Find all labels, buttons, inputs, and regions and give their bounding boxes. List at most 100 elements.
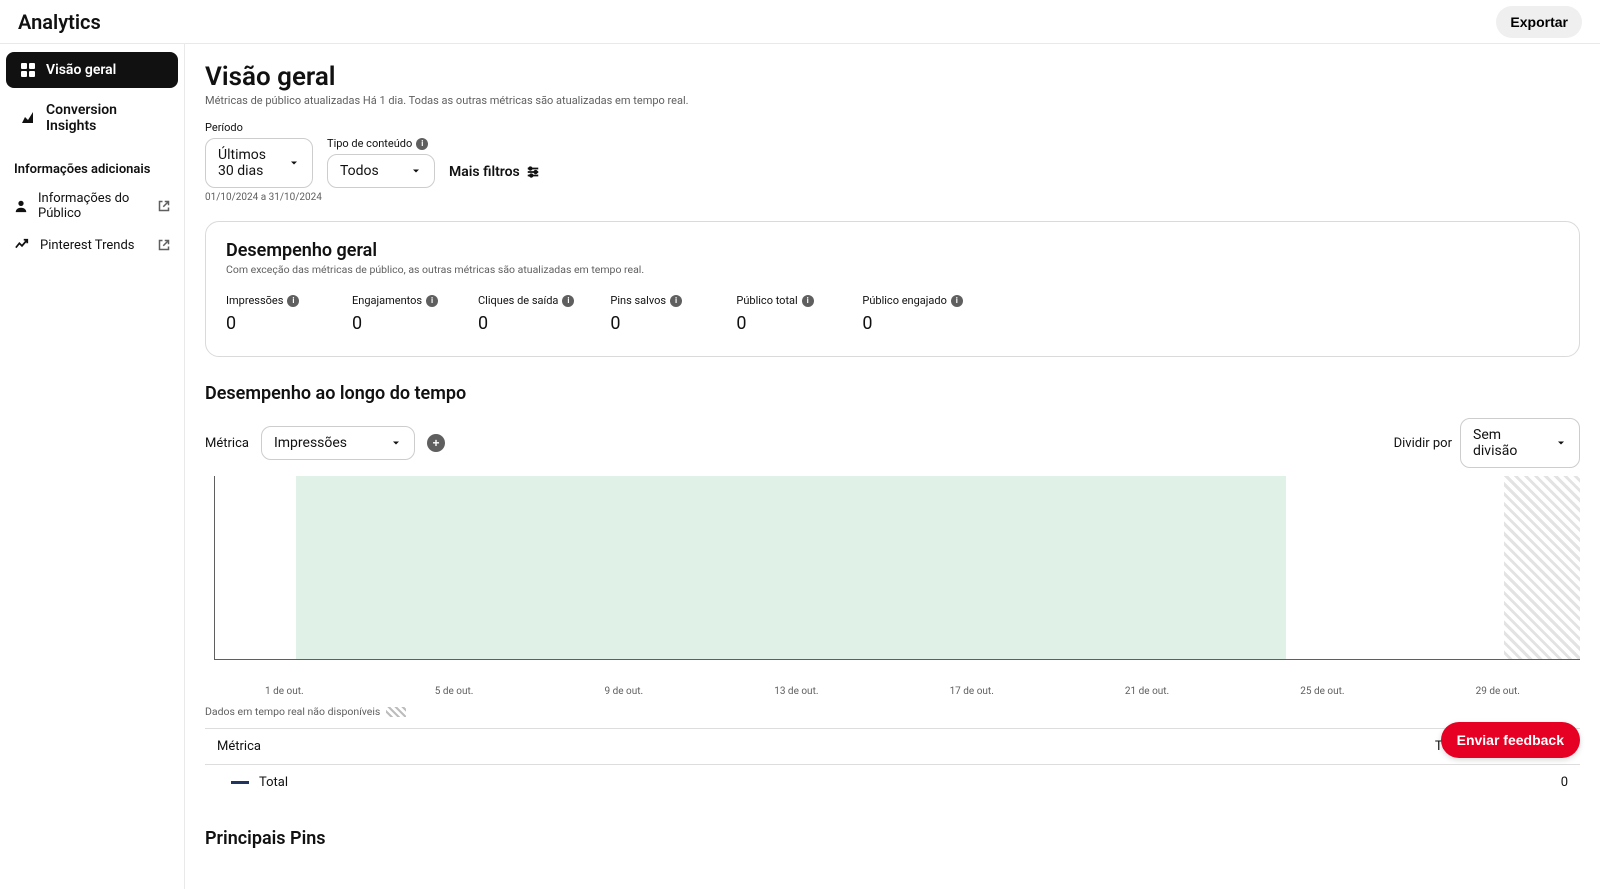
metric-label: Pins salvos i	[610, 294, 700, 307]
time-chart	[205, 476, 1580, 674]
metric-label: Engajamentos i	[352, 294, 442, 307]
metric-item[interactable]: Público total i 0	[736, 294, 826, 334]
external-link-icon	[158, 239, 170, 251]
metric-label: Cliques de saída i	[478, 294, 574, 307]
time-controls: Métrica Impressões + Dividir por Sem div…	[205, 418, 1580, 468]
chevron-down-icon	[1555, 437, 1567, 449]
chevron-down-icon	[390, 437, 402, 449]
metric-table-head: Métrica Total de impressões i	[205, 729, 1580, 765]
sidebar-link-trends[interactable]: Pinterest Trends	[0, 229, 184, 261]
x-tick-label: 25 de out.	[1300, 686, 1344, 697]
metric-select[interactable]: Impressões	[261, 426, 415, 460]
performance-subtitle: Com exceção das métricas de público, as …	[226, 263, 1559, 276]
sidebar-item-overview[interactable]: Visão geral	[6, 52, 178, 88]
legend-line-icon	[231, 781, 249, 784]
content-type-label: Tipo de conteúdo i	[327, 137, 435, 150]
filters-icon	[526, 165, 540, 179]
time-performance-title: Desempenho ao longo do tempo	[205, 383, 1580, 404]
metrics-row: Impressões i 0 Engajamentos i 0 Cliques …	[226, 294, 1559, 334]
external-link-icon	[158, 200, 170, 212]
chart-realtime-hatch	[1504, 476, 1580, 660]
send-feedback-button[interactable]: Enviar feedback	[1441, 722, 1580, 758]
chart-x-ticks: 1 de out. 5 de out. 9 de out. 13 de out. 17 …	[205, 680, 1580, 697]
date-range-text: 01/10/2024 a 31/10/2024	[205, 192, 1580, 203]
metric-item[interactable]: Público engajado i 0	[862, 294, 962, 334]
content-type-value: Todos	[340, 163, 379, 179]
dashboard-icon	[20, 62, 36, 78]
x-tick-label: 9 de out.	[604, 686, 643, 697]
metric-value: 0	[862, 313, 962, 334]
metric-value: 0	[610, 313, 700, 334]
metric-item[interactable]: Impressões i 0	[226, 294, 316, 334]
more-filters-label: Mais filtros	[449, 164, 520, 180]
divide-by-value: Sem divisão	[1473, 427, 1545, 459]
metric-table-row: Total 0	[205, 765, 1580, 800]
realtime-note: Dados em tempo real não disponíveis	[205, 705, 1580, 718]
metric-table: Métrica Total de impressões i Total 0	[205, 728, 1580, 800]
hatch-legend-icon	[386, 707, 406, 717]
metric-value: 0	[478, 313, 574, 334]
page-title: Visão geral	[205, 62, 1580, 92]
chart-fill-area	[296, 476, 1286, 660]
sidebar-link-label: Pinterest Trends	[40, 238, 134, 253]
chart-x-axis	[215, 659, 1580, 660]
info-icon[interactable]: i	[802, 295, 814, 307]
period-label: Período	[205, 121, 313, 134]
x-tick-label: 29 de out.	[1476, 686, 1520, 697]
metric-item[interactable]: Cliques de saída i 0	[478, 294, 574, 334]
metric-item[interactable]: Engajamentos i 0	[352, 294, 442, 334]
sidebar-item-label: Conversion Insights	[46, 102, 164, 134]
sidebar: Visão geral Conversion Insights Informaç…	[0, 44, 185, 889]
x-tick-label: 1 de out.	[265, 686, 304, 697]
x-tick-label: 13 de out.	[774, 686, 818, 697]
info-icon[interactable]: i	[951, 295, 963, 307]
metric-value: 0	[352, 313, 442, 334]
export-button[interactable]: Exportar	[1496, 6, 1582, 38]
period-value: Últimos 30 dias	[218, 147, 278, 179]
filters-row: Período Últimos 30 dias Tipo de conteúdo…	[205, 121, 1580, 188]
period-select[interactable]: Últimos 30 dias	[205, 138, 313, 188]
info-icon[interactable]: i	[562, 295, 574, 307]
add-metric-button[interactable]: +	[427, 434, 445, 452]
info-icon[interactable]: i	[416, 138, 428, 150]
person-icon	[14, 198, 28, 214]
metric-row-label: Total	[259, 775, 288, 790]
metric-select-value: Impressões	[274, 435, 347, 451]
performance-card: Desempenho geral Com exceção das métrica…	[205, 221, 1580, 357]
metric-label: Público total i	[736, 294, 826, 307]
info-icon[interactable]: i	[287, 295, 299, 307]
info-icon[interactable]: i	[670, 295, 682, 307]
metric-label: Impressões i	[226, 294, 316, 307]
x-tick-label: 17 de out.	[950, 686, 994, 697]
metric-item[interactable]: Pins salvos i 0	[610, 294, 700, 334]
x-tick-label: 21 de out.	[1125, 686, 1169, 697]
metric-label: Público engajado i	[862, 294, 962, 307]
divide-by-select[interactable]: Sem divisão	[1460, 418, 1580, 468]
chevron-down-icon	[410, 165, 422, 177]
sidebar-link-audience[interactable]: Informações do Público	[0, 183, 184, 229]
trends-icon	[14, 237, 30, 253]
app-title: Analytics	[18, 10, 101, 34]
chart-y-axis	[205, 476, 215, 660]
page-subtitle: Métricas de público atualizadas Há 1 dia…	[205, 94, 1580, 107]
chevron-down-icon	[288, 157, 300, 169]
content-type-select[interactable]: Todos	[327, 154, 435, 188]
sidebar-section-title: Informações adicionais	[0, 148, 184, 183]
sidebar-link-label: Informações do Público	[38, 191, 158, 221]
top-bar: Analytics Exportar	[0, 0, 1600, 44]
metric-value: 0	[226, 313, 316, 334]
info-icon[interactable]: i	[426, 295, 438, 307]
metric-filter-label: Métrica	[205, 436, 249, 451]
conversion-icon	[20, 110, 36, 126]
metric-value: 0	[736, 313, 826, 334]
sidebar-item-conversion[interactable]: Conversion Insights	[6, 92, 178, 144]
performance-title: Desempenho geral	[226, 240, 1559, 261]
x-tick-label: 5 de out.	[435, 686, 474, 697]
divide-by-label: Dividir por	[1394, 436, 1452, 451]
metric-table-head-left: Métrica	[217, 739, 261, 754]
metric-row-value: 0	[1561, 775, 1568, 790]
more-filters-button[interactable]: Mais filtros	[449, 156, 540, 188]
top-pins-title: Principais Pins	[205, 828, 1580, 849]
main-content: Visão geral Métricas de público atualiza…	[185, 44, 1600, 889]
sidebar-item-label: Visão geral	[46, 62, 116, 78]
